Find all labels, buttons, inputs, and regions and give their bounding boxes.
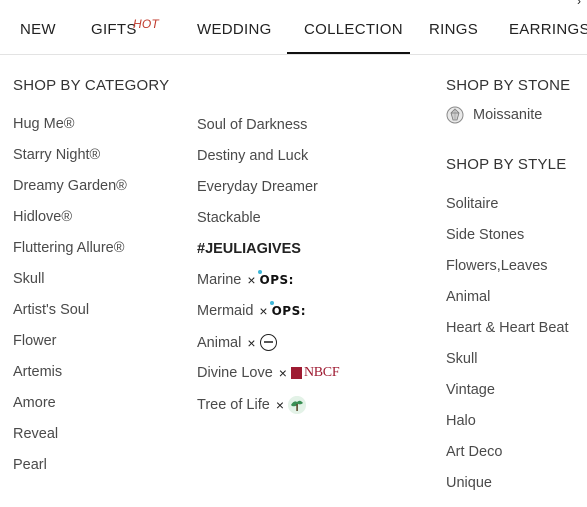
link-label: Skull bbox=[13, 271, 45, 287]
category-link[interactable]: Soul of Darkness bbox=[197, 117, 307, 133]
link-label: Stackable bbox=[197, 210, 261, 226]
nav-item-earrings[interactable]: EARRINGS bbox=[509, 21, 587, 38]
chevron-icon: › bbox=[577, 0, 581, 8]
category-link[interactable]: Starry Night® bbox=[13, 147, 100, 163]
nav-item-collection[interactable]: COLLECTION bbox=[304, 21, 403, 38]
collab-x: × bbox=[247, 334, 256, 351]
style-link[interactable]: Animal bbox=[446, 289, 490, 305]
category-link[interactable]: Everyday Dreamer bbox=[197, 179, 318, 195]
style-link[interactable]: Heart & Heart Beat bbox=[446, 320, 569, 336]
style-link[interactable]: Flowers,Leaves bbox=[446, 258, 548, 274]
link-label: Hug Me® bbox=[13, 116, 75, 132]
link-label: Starry Night® bbox=[13, 147, 101, 163]
nav-item-rings[interactable]: RINGS bbox=[429, 21, 478, 38]
link-label: Animal bbox=[197, 334, 242, 351]
collab-x: × bbox=[259, 303, 268, 319]
category-link[interactable]: Artemis bbox=[13, 364, 62, 380]
style-link[interactable]: Skull bbox=[446, 351, 477, 367]
category-link[interactable]: Dreamy Garden® bbox=[13, 178, 127, 194]
collab-x: × bbox=[275, 397, 284, 413]
category-link[interactable]: Amore bbox=[13, 395, 56, 411]
ops-logo: OPS: bbox=[269, 301, 306, 318]
nav-item-wedding[interactable]: WEDDING bbox=[197, 21, 272, 38]
top-nav: NEW GIFTS HOT WEDDING COLLECTION RINGS E… bbox=[0, 0, 587, 55]
link-label: Fluttering Allure® bbox=[13, 240, 125, 256]
link-label: Side Stones bbox=[446, 227, 525, 243]
link-label: Tree of Life bbox=[197, 397, 270, 413]
style-link[interactable]: Vintage bbox=[446, 382, 495, 398]
category-link[interactable]: Destiny and Luck bbox=[197, 148, 308, 164]
category-heading: SHOP BY CATEGORY bbox=[13, 77, 170, 94]
link-label: Divine Love bbox=[197, 365, 273, 381]
style-link[interactable]: Side Stones bbox=[446, 227, 524, 243]
link-label: Amore bbox=[13, 395, 56, 411]
link-label: #JEULIAGIVES bbox=[197, 241, 301, 257]
stone-link-moissanite[interactable]: Moissanite bbox=[446, 106, 542, 124]
link-label: Everyday Dreamer bbox=[197, 179, 318, 195]
stone-heading: SHOP BY STONE bbox=[446, 77, 571, 94]
category-link[interactable]: Fluttering Allure® bbox=[13, 240, 124, 256]
nav-item-label: GIFTS bbox=[91, 21, 137, 38]
collab-link-divine-love[interactable]: Divine Love × NBCF bbox=[197, 365, 340, 381]
link-label: Art Deco bbox=[446, 444, 503, 460]
link-label: Soul of Darkness bbox=[197, 117, 308, 133]
nav-item-label: NEW bbox=[20, 21, 56, 38]
link-label: Marine bbox=[197, 272, 242, 288]
link-label: Artemis bbox=[13, 364, 63, 380]
ops-logo: OPS: bbox=[257, 270, 294, 287]
nav-item-label: EARRINGS bbox=[509, 21, 587, 38]
link-label: Flower bbox=[13, 333, 57, 349]
link-label: Dreamy Garden® bbox=[13, 178, 127, 194]
jeuliagives-link[interactable]: #JEULIAGIVES bbox=[197, 241, 301, 257]
link-label: Flowers,Leaves bbox=[446, 258, 548, 274]
link-label: Pearl bbox=[13, 457, 47, 473]
category-link[interactable]: Stackable bbox=[197, 210, 261, 226]
link-label: Hidlove® bbox=[13, 209, 73, 225]
category-link[interactable]: Pearl bbox=[13, 457, 47, 473]
category-link[interactable]: Artist's Soul bbox=[13, 302, 89, 318]
hot-badge: HOT bbox=[133, 17, 159, 31]
category-link[interactable]: Hidlove® bbox=[13, 209, 72, 225]
style-link[interactable]: Solitaire bbox=[446, 196, 498, 212]
link-label: Halo bbox=[446, 413, 476, 429]
style-link[interactable]: Unique bbox=[446, 475, 492, 491]
tree-logo-icon bbox=[288, 396, 306, 414]
nav-item-gifts[interactable]: GIFTS HOT bbox=[91, 17, 159, 38]
link-label: Unique bbox=[446, 475, 492, 491]
nav-item-label: WEDDING bbox=[197, 21, 272, 38]
nav-item-new[interactable]: NEW bbox=[20, 21, 56, 38]
category-link[interactable]: Reveal bbox=[13, 426, 58, 442]
circle-seal-icon bbox=[259, 334, 277, 351]
collab-link-animal[interactable]: Animal × bbox=[197, 334, 277, 351]
collab-link-marine[interactable]: Marine × OPS: bbox=[197, 270, 294, 288]
link-label: Reveal bbox=[13, 426, 59, 442]
collab-x: × bbox=[278, 365, 287, 381]
link-label: Animal bbox=[446, 289, 491, 305]
category-link[interactable]: Skull bbox=[13, 271, 44, 287]
active-tab-underline bbox=[287, 52, 410, 54]
nbcf-logo: NBCF bbox=[290, 365, 340, 381]
collab-link-tree-of-life[interactable]: Tree of Life × bbox=[197, 396, 306, 414]
collab-link-mermaid[interactable]: Mermaid × OPS: bbox=[197, 301, 306, 319]
link-label: Artist's Soul bbox=[13, 302, 90, 318]
style-link[interactable]: Halo bbox=[446, 413, 476, 429]
nav-item-label: COLLECTION bbox=[304, 21, 403, 38]
link-label: Heart & Heart Beat bbox=[446, 320, 569, 336]
link-label: Vintage bbox=[446, 382, 495, 398]
link-label: Mermaid bbox=[197, 303, 254, 319]
link-label: Skull bbox=[446, 351, 478, 367]
category-link[interactable]: Hug Me® bbox=[13, 116, 74, 132]
link-label: Moissanite bbox=[473, 107, 543, 123]
style-link[interactable]: Art Deco bbox=[446, 444, 502, 460]
collab-x: × bbox=[247, 272, 256, 288]
style-heading: SHOP BY STYLE bbox=[446, 156, 567, 173]
link-label: Solitaire bbox=[446, 196, 499, 212]
diamond-icon bbox=[446, 106, 464, 124]
link-label: Destiny and Luck bbox=[197, 148, 309, 164]
category-link[interactable]: Flower bbox=[13, 333, 57, 349]
nav-item-label: RINGS bbox=[429, 21, 479, 38]
